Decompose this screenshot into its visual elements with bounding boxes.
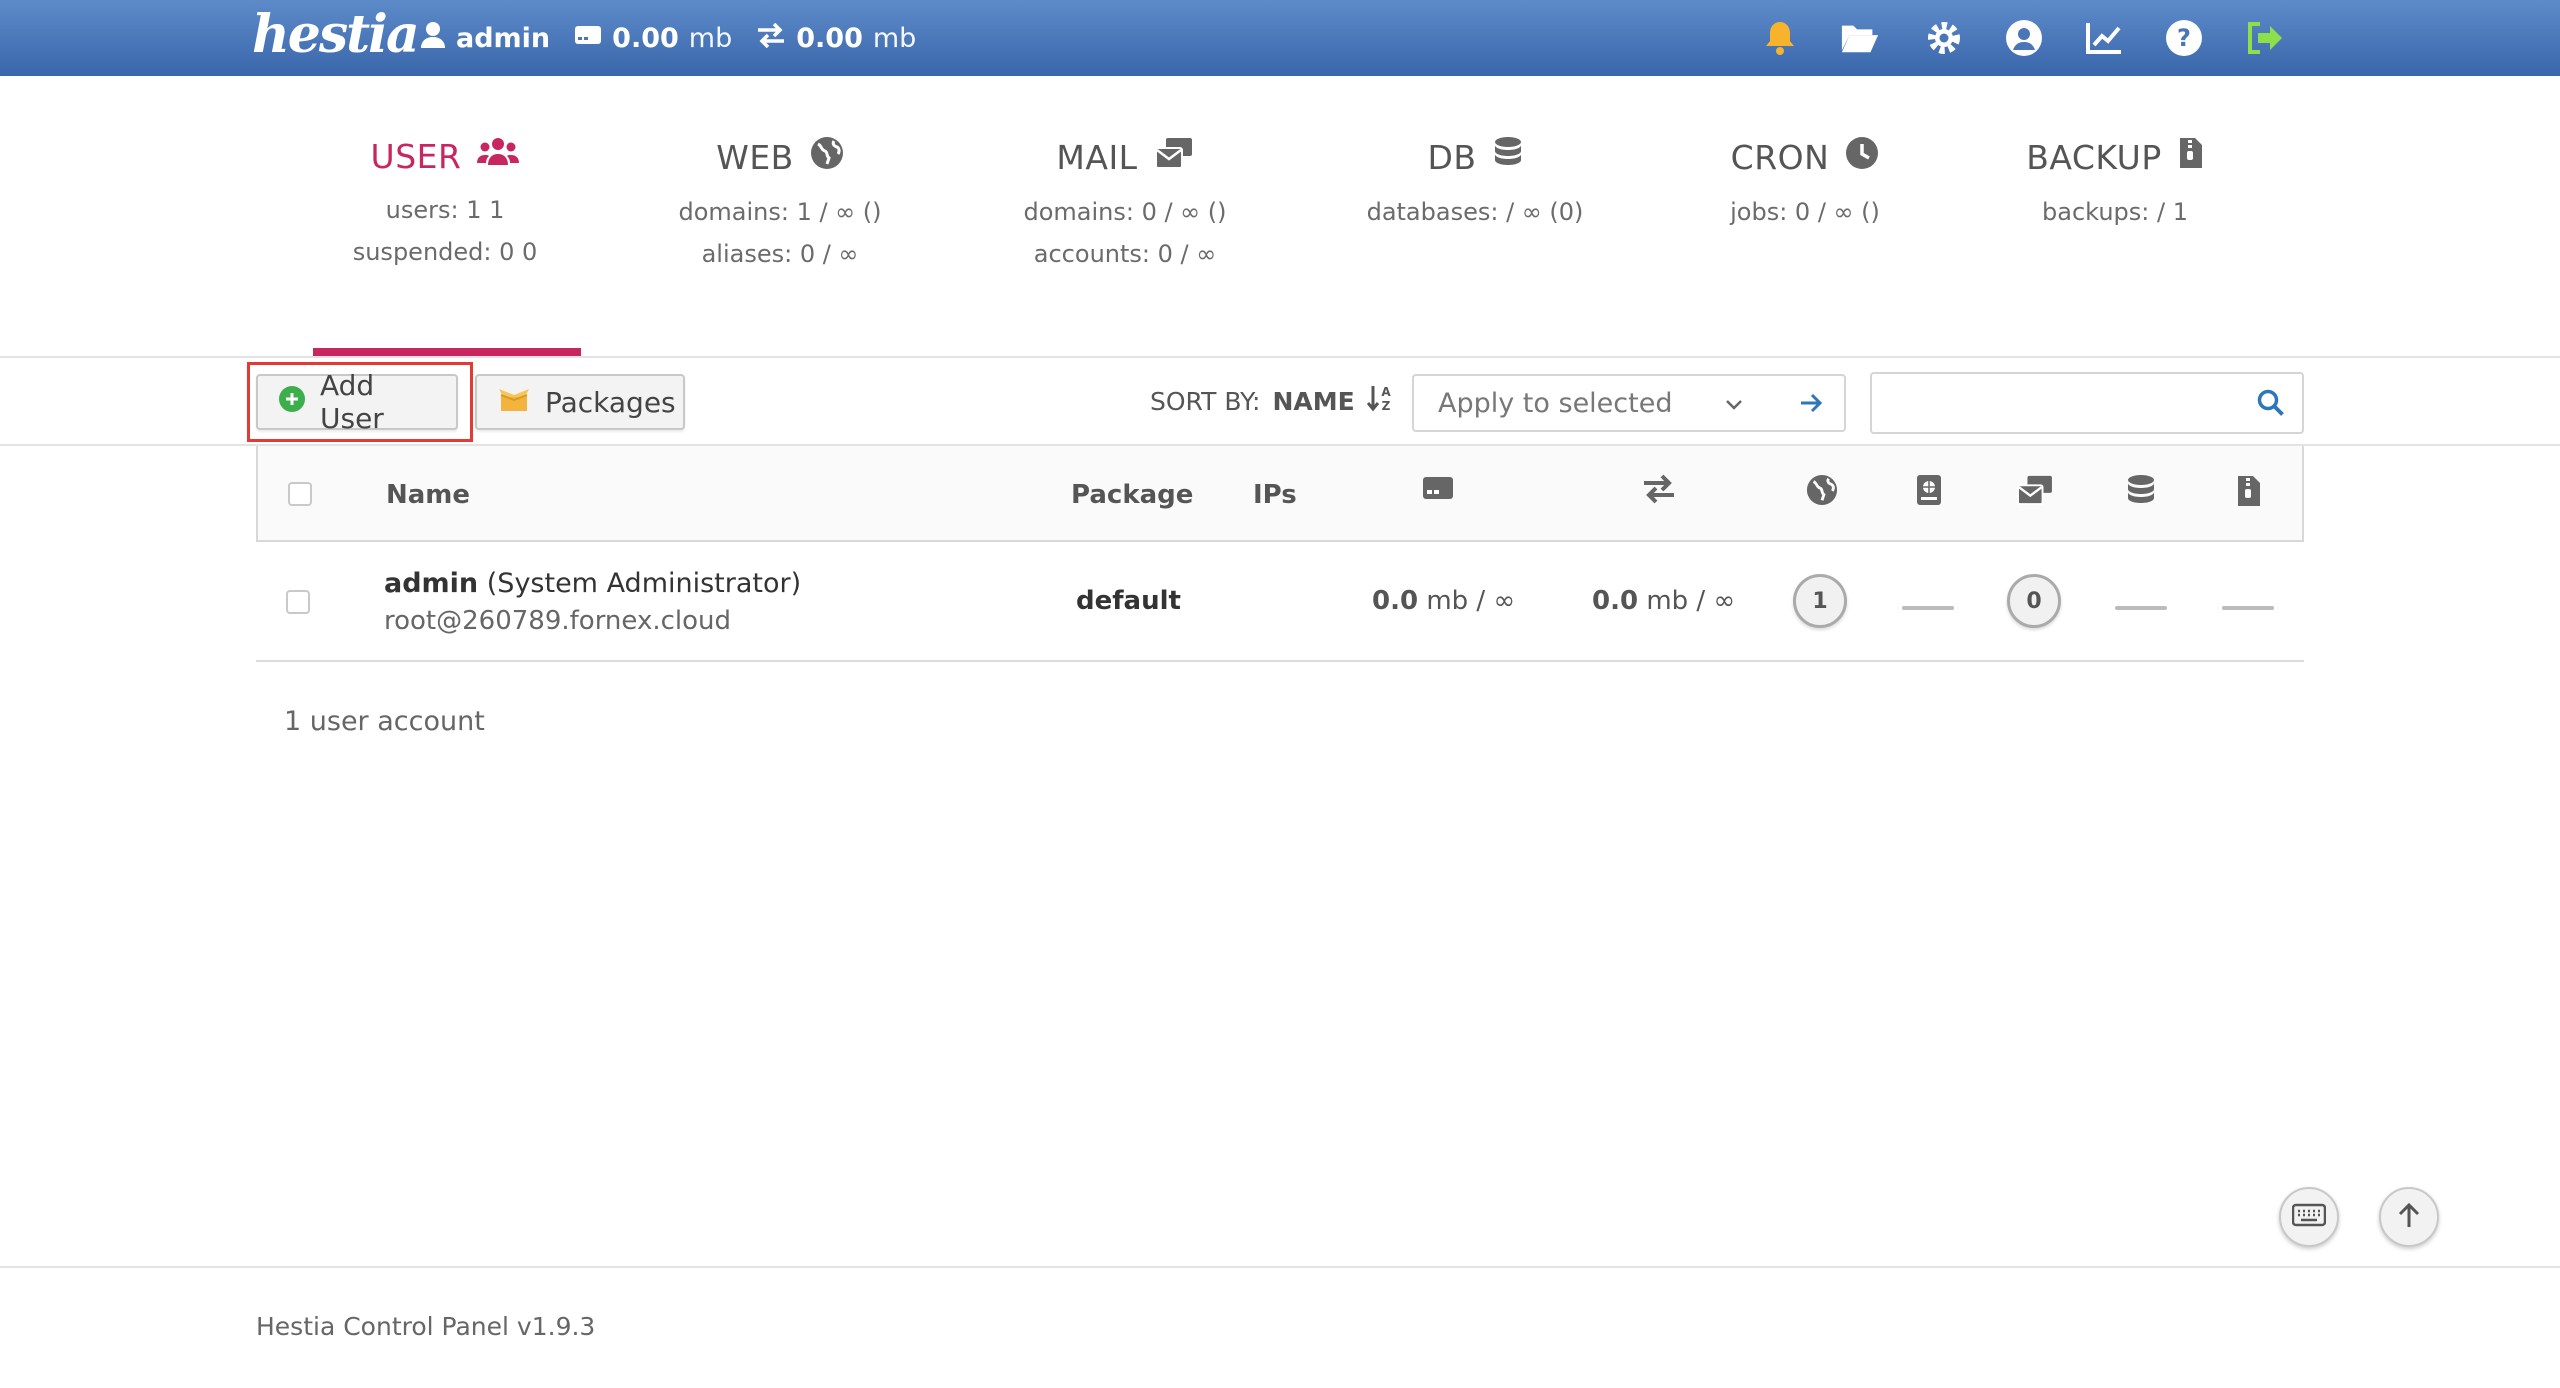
users-icon <box>477 136 520 176</box>
keyboard-icon <box>2291 1203 2327 1231</box>
user-count: 1 user account <box>284 706 485 737</box>
disk-unit: mb / ∞ <box>1426 586 1516 616</box>
tab-title: MAIL <box>1056 137 1138 177</box>
user-name-cell: admin (System Administrator) <box>384 568 801 599</box>
tab-title: WEB <box>716 137 794 177</box>
hdd-icon <box>1422 474 1454 506</box>
tab-stat-line: aliases: 0 / ∞ <box>701 240 859 268</box>
sign-out-icon[interactable] <box>2244 18 2284 58</box>
package-name: default <box>1076 586 1181 616</box>
username-link[interactable]: admin <box>384 568 478 599</box>
box-open-icon <box>497 385 531 420</box>
web-domains-count: 1 <box>1793 574 1847 628</box>
tab-title: BACKUP <box>2026 137 2162 177</box>
tab-stat-line: users: 1 1 <box>385 196 505 224</box>
tab-mail[interactable]: MAIL domains: 0 / ∞ () accounts: 0 / ∞ <box>1010 136 1240 268</box>
globe-icon <box>1806 474 1838 510</box>
footer: Hestia Control Panel v1.9.3 <box>0 1266 2560 1388</box>
exchange-icon <box>1642 474 1676 508</box>
active-tab-indicator <box>313 348 581 356</box>
tab-stat-line: databases: / ∞ (0) <box>1366 198 1584 226</box>
tab-stat-line: domains: 0 / ∞ () <box>1023 198 1227 226</box>
backup-empty-dash <box>2222 606 2274 610</box>
svg-text:Z: Z <box>1381 399 1390 412</box>
user-email: root@260789.fornex.cloud <box>384 606 732 636</box>
tab-cron[interactable]: CRON jobs: 0 / ∞ () <box>1720 136 1890 224</box>
arrow-right-icon[interactable] <box>1798 390 1824 423</box>
globe-icon <box>810 136 844 178</box>
sort-label: SORT BY: <box>1150 386 1261 416</box>
tab-stat-line: backups: / 1 <box>2042 198 2188 226</box>
sort-value: NAME <box>1272 386 1355 416</box>
tab-backup[interactable]: BACKUP backups: / 1 <box>2020 136 2210 224</box>
tab-db[interactable]: DB databases: / ∞ (0) <box>1350 136 1600 224</box>
gear-icon[interactable] <box>1924 18 1964 58</box>
file-archive-icon <box>2236 474 2262 512</box>
keyboard-shortcuts-button[interactable] <box>2279 1187 2339 1247</box>
tab-user[interactable]: USER users: 1 1 suspended: 0 0 <box>330 136 560 266</box>
user-fullname: (System Administrator) <box>486 568 802 599</box>
bandwidth-unit: mb / ∞ <box>1646 586 1736 616</box>
folder-open-icon[interactable] <box>1840 18 1880 58</box>
select-all-checkbox[interactable] <box>288 482 312 506</box>
address-book-icon <box>1914 474 1944 510</box>
header-package[interactable]: Package <box>1071 480 1193 510</box>
table-header: Name Package IPs <box>256 446 2304 542</box>
chevron-down-icon <box>1724 392 1744 423</box>
row-checkbox[interactable] <box>286 590 310 614</box>
bandwidth-cell: 0.0 mb / ∞ <box>1592 586 1735 616</box>
dns-empty-dash <box>1902 606 1954 610</box>
tab-web[interactable]: WEB domains: 1 / ∞ () aliases: 0 / ∞ <box>670 136 890 266</box>
file-archive-icon <box>2178 136 2204 178</box>
tab-title: CRON <box>1730 137 1830 177</box>
mail-domains-count: 0 <box>2007 574 2061 628</box>
scroll-to-top-button[interactable] <box>2379 1187 2439 1247</box>
clock-icon <box>1845 136 1879 178</box>
tab-title: USER <box>370 136 462 176</box>
packages-button[interactable]: Packages <box>475 374 685 430</box>
search-input[interactable] <box>1882 380 2242 426</box>
tab-stat-line: domains: 1 / ∞ () <box>678 198 882 226</box>
sort-control[interactable]: SORT BY: NAME AZ <box>1150 384 1393 418</box>
user-circle-icon[interactable] <box>2004 18 2044 58</box>
add-user-highlight <box>247 362 473 442</box>
disk-cell: 0.0 mb / ∞ <box>1372 586 1515 616</box>
tab-stat-line: accounts: 0 / ∞ <box>1033 240 1217 268</box>
database-icon <box>2126 474 2156 512</box>
bulk-action-select[interactable]: Apply to selected <box>1412 374 1846 432</box>
svg-text:?: ? <box>2177 24 2191 52</box>
bandwidth-value: 0.0 <box>1592 586 1639 616</box>
sort-alpha-icon: AZ <box>1366 384 1393 418</box>
search-icon[interactable] <box>2256 388 2286 422</box>
mail-bulk-icon <box>2016 474 2054 510</box>
header-name[interactable]: Name <box>386 480 470 510</box>
mail-bulk-icon <box>1154 136 1194 178</box>
table-row[interactable]: admin (System Administrator) root@260789… <box>256 542 2304 662</box>
main-nav: USER users: 1 1 suspended: 0 0 WEB domai… <box>0 76 2560 358</box>
chart-line-icon[interactable] <box>2084 18 2124 58</box>
database-icon <box>1493 136 1523 178</box>
bell-icon[interactable] <box>1760 18 1800 58</box>
search-box <box>1870 372 2304 434</box>
tab-stat-line: suspended: 0 0 <box>352 238 538 266</box>
disk-value: 0.0 <box>1372 586 1419 616</box>
header-ips[interactable]: IPs <box>1253 480 1297 510</box>
packages-label: Packages <box>545 385 676 419</box>
top-bar: hestia admin 0.00 mb 0.00 mb ? <box>0 0 2560 76</box>
arrow-up-icon <box>2396 1201 2422 1233</box>
question-circle-icon[interactable]: ? <box>2164 18 2204 58</box>
tab-stat-line: jobs: 0 / ∞ () <box>1730 198 1880 226</box>
footer-version: Hestia Control Panel v1.9.3 <box>256 1312 596 1341</box>
bulk-action-placeholder: Apply to selected <box>1438 387 1673 419</box>
db-empty-dash <box>2115 606 2167 610</box>
tab-title: DB <box>1427 137 1477 177</box>
svg-text:A: A <box>1381 385 1391 399</box>
